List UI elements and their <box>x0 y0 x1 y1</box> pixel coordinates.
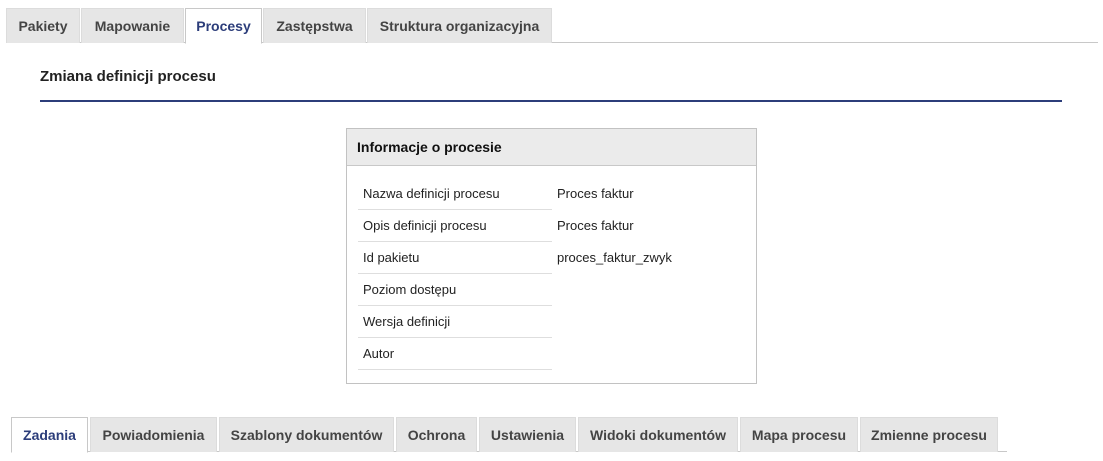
info-label: Nazwa definicji procesu <box>358 178 552 210</box>
tab-struktura-organizacyjna[interactable]: Struktura organizacyjna <box>367 8 552 43</box>
info-row-version: Wersja definicji <box>358 306 748 338</box>
info-label: Id pakietu <box>358 242 552 274</box>
panel-title: Informacje o procesie <box>347 129 756 166</box>
info-row-author: Autor <box>358 338 748 370</box>
info-value: Proces faktur <box>557 186 634 201</box>
tab-mapowanie[interactable]: Mapowanie <box>81 8 184 43</box>
tab-szablony-dokumentow[interactable]: Szablony dokumentów <box>219 417 394 452</box>
tab-pakiety[interactable]: Pakiety <box>6 8 80 43</box>
process-detail-tab-bar: Zadania Powiadomienia Szablony dokumentó… <box>11 417 1007 453</box>
process-info-panel: Informacje o procesie Nazwa definicji pr… <box>346 128 757 384</box>
info-row-description: Opis definicji procesu Proces faktur <box>358 210 748 242</box>
info-label: Autor <box>358 338 552 370</box>
info-label: Wersja definicji <box>358 306 552 338</box>
info-row-access-level: Poziom dostępu <box>358 274 748 306</box>
title-divider <box>40 100 1062 102</box>
page-title: Zmiana definicji procesu <box>40 68 216 85</box>
tab-procesy[interactable]: Procesy <box>185 8 262 44</box>
tab-mapa-procesu[interactable]: Mapa procesu <box>740 417 858 452</box>
tab-ochrona[interactable]: Ochrona <box>396 417 477 452</box>
tab-ustawienia[interactable]: Ustawienia <box>479 417 576 452</box>
info-label: Poziom dostępu <box>358 274 552 306</box>
info-row-package-id: Id pakietu proces_faktur_zwyk <box>358 242 748 274</box>
tab-widoki-dokumentow[interactable]: Widoki dokumentów <box>578 417 738 452</box>
info-value: Proces faktur <box>557 218 634 233</box>
main-tab-bar: Pakiety Mapowanie Procesy Zastępstwa Str… <box>6 8 1098 44</box>
tab-powiadomienia[interactable]: Powiadomienia <box>90 417 217 452</box>
tab-zastepstwa[interactable]: Zastępstwa <box>263 8 366 43</box>
tab-zadania[interactable]: Zadania <box>11 417 88 453</box>
info-label: Opis definicji procesu <box>358 210 552 242</box>
tab-zmienne-procesu[interactable]: Zmienne procesu <box>860 417 998 452</box>
info-row-name: Nazwa definicji procesu Proces faktur <box>358 178 748 210</box>
info-value: proces_faktur_zwyk <box>557 250 672 265</box>
